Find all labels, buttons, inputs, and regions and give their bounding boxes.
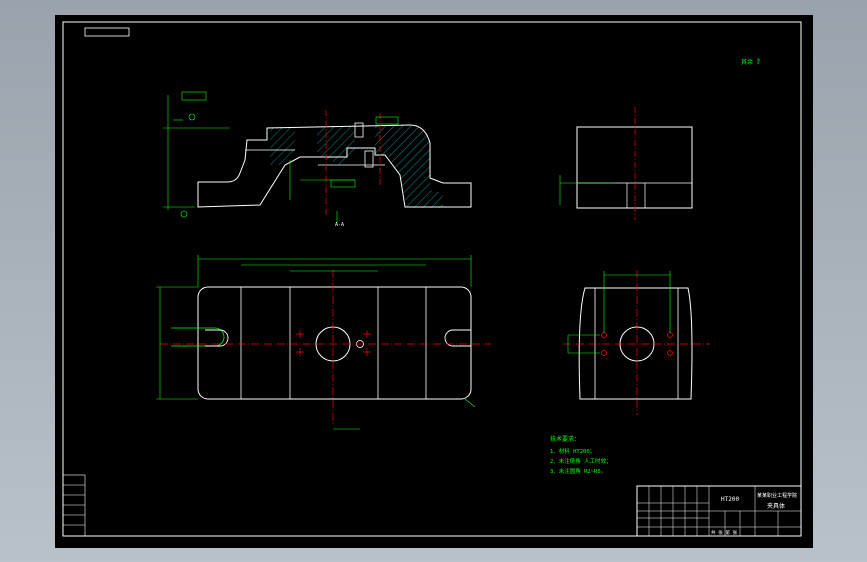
tech-item-1: 1、材料 HT200； (550, 447, 595, 455)
title-block: HT200 某某职业工程学院 夹具体 共 张 第 张 (636, 485, 802, 537)
hatch-center (317, 126, 355, 165)
title-sheet: 共 张 第 张 (711, 529, 738, 536)
tech-item-3: 3、未注圆角 R2~R5。 (550, 467, 606, 475)
roughness-note: 其余 ∛ (741, 58, 761, 66)
hatch-left (270, 127, 295, 165)
front-section-view: A-A (163, 91, 472, 228)
tech-requirements: 技术要求： 1、材料 HT200； 2、未注倒角 人工时效； 3、未注圆角 R2… (550, 435, 612, 475)
tech-title: 技术要求： (550, 435, 580, 443)
side-view (559, 107, 693, 220)
title-school: 某某职业工程学院 (757, 492, 797, 499)
sheet-number-box (84, 27, 130, 37)
margin-stamp (62, 474, 86, 537)
plan-view (156, 255, 491, 430)
section-label: A-A (335, 222, 344, 228)
tech-item-2: 2、未注倒角 人工时效； (550, 457, 612, 465)
title-material: HT200 (721, 496, 739, 503)
hatch-right (375, 125, 443, 208)
cad-drawing: A-A 其余 ∛ 技术要求： 1、材料 HT200； 2、未注倒角 人工时效； … (62, 21, 802, 537)
drawing-sheet: A-A 其余 ∛ 技术要求： 1、材料 HT200； 2、未注倒角 人工时效； … (55, 15, 813, 548)
side-plan-view (563, 270, 710, 415)
border-frame (62, 21, 802, 537)
title-part-name: 夹具体 (767, 502, 785, 510)
